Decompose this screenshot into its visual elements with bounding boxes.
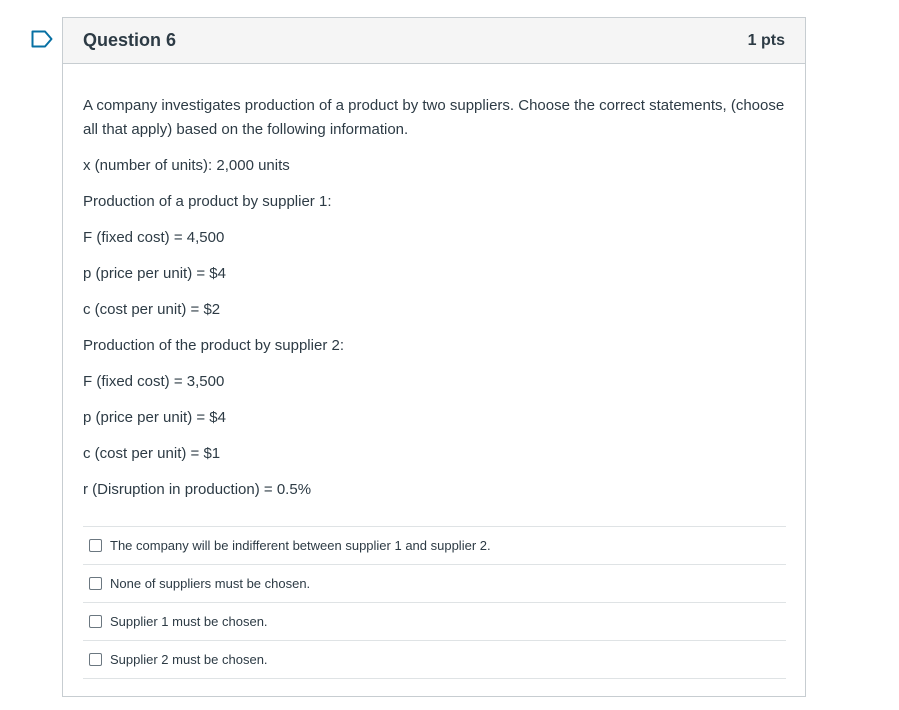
supplier-2-fixed-cost: F (fixed cost) = 3,500: [83, 373, 225, 390]
answer-list: The company will be indifferent between …: [83, 526, 786, 679]
answer-label: None of suppliers must be chosen.: [110, 576, 311, 591]
answer-checkbox[interactable]: [89, 615, 102, 628]
question-body: A company investigates production of a p…: [63, 64, 805, 679]
question-points: 1 pts: [747, 31, 785, 49]
answer-option[interactable]: Supplier 1 must be chosen.: [83, 603, 786, 641]
answer-label: Supplier 1 must be chosen.: [110, 614, 268, 629]
answer-option[interactable]: The company will be indifferent between …: [83, 527, 786, 565]
answer-label: The company will be indifferent between …: [110, 538, 491, 553]
supplier-2-cost: c (cost per unit) = $1: [83, 445, 221, 462]
answer-checkbox[interactable]: [89, 577, 102, 590]
supplier-2-heading: Production of the product by supplier 2:: [83, 337, 344, 354]
question-card: Question 6 1 pts A company investigates …: [62, 17, 806, 697]
answer-checkbox[interactable]: [89, 653, 102, 666]
supplier-1-fixed-cost: F (fixed cost) = 4,500: [83, 229, 225, 246]
units-line: x (number of units): 2,000 units: [83, 157, 290, 174]
supplier-1-heading: Production of a product by supplier 1:: [83, 193, 332, 210]
answer-label: Supplier 2 must be chosen.: [110, 652, 268, 667]
supplier-2-price: p (price per unit) = $4: [83, 409, 226, 426]
flag-question-icon[interactable]: [31, 30, 53, 48]
answer-option[interactable]: Supplier 2 must be chosen.: [83, 641, 786, 679]
disruption-rate: r (Disruption in production) = 0.5%: [83, 481, 312, 498]
question-title: Question 6: [83, 30, 177, 50]
answer-option[interactable]: None of suppliers must be chosen.: [83, 565, 786, 603]
supplier-1-cost: c (cost per unit) = $2: [83, 301, 221, 318]
supplier-1-price: p (price per unit) = $4: [83, 265, 226, 282]
answer-checkbox[interactable]: [89, 539, 102, 552]
question-header: Question 6 1 pts: [63, 18, 805, 64]
question-text: A company investigates production of a p…: [83, 97, 785, 138]
